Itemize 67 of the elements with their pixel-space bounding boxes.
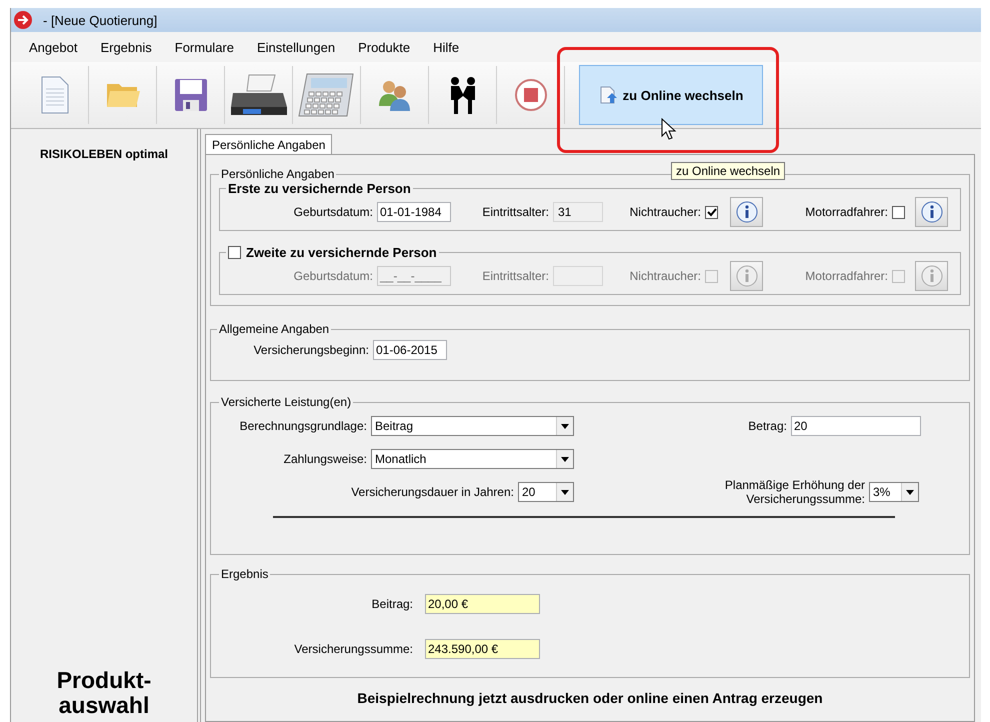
online-switch-button[interactable]: zu Online wechseln bbox=[579, 65, 763, 125]
field-label: Betrag: bbox=[748, 418, 788, 432]
group-title: Persönliche Angaben bbox=[220, 167, 336, 181]
dropdown[interactable]: Monatlich bbox=[371, 448, 574, 468]
window-title: - [Neue Quotierung] bbox=[43, 12, 158, 28]
menu-item[interactable]: Produkte bbox=[358, 40, 410, 54]
group-title: Allgemeine Angaben bbox=[218, 322, 330, 336]
menu-item[interactable]: Hilfe bbox=[433, 40, 460, 54]
app-logo-icon bbox=[13, 10, 33, 30]
tab[interactable]: Persönliche Angaben bbox=[205, 134, 332, 155]
result-field: 20,00 € bbox=[425, 594, 540, 614]
field-label: Versicherungssumme: bbox=[293, 642, 414, 656]
field-label: Versicherungsdauer in Jahren: bbox=[351, 484, 515, 498]
checkbox[interactable] bbox=[228, 246, 241, 259]
field-label: Berechnungsgrundlage: bbox=[240, 418, 368, 432]
group-title: Zweite zu versichernde Person bbox=[246, 245, 437, 260]
field-label: Nichtraucher: bbox=[628, 269, 702, 283]
checkbox[interactable] bbox=[892, 270, 905, 282]
date-field[interactable]: 01-01-1984 bbox=[377, 202, 451, 222]
age-field: 31 bbox=[553, 202, 603, 222]
dropdown[interactable]: Beitrag bbox=[371, 416, 574, 436]
info-button[interactable] bbox=[915, 197, 948, 227]
product-name: RISIKOLEBEN optimal bbox=[40, 147, 168, 161]
info-button[interactable] bbox=[730, 197, 763, 227]
date-field[interactable]: __-__-____ bbox=[377, 266, 451, 286]
amount-field[interactable]: 20 bbox=[791, 416, 921, 436]
dropdown[interactable]: 3% bbox=[869, 482, 919, 502]
menu-item[interactable]: Angebot bbox=[29, 40, 78, 54]
field-label: Motorradfahrer: bbox=[804, 205, 889, 219]
age-field bbox=[553, 266, 603, 286]
document-icon bbox=[40, 75, 70, 115]
info-icon bbox=[736, 201, 758, 223]
tooltip: zu Online wechseln bbox=[671, 162, 786, 180]
field-label: Beitrag: bbox=[370, 596, 414, 610]
group-title: Erste zu versichernde Person bbox=[228, 181, 411, 196]
people-icon bbox=[376, 78, 412, 112]
stop-icon bbox=[514, 78, 548, 112]
menu-item[interactable]: Einstellungen bbox=[257, 40, 336, 54]
field-label: Eintrittsalter: bbox=[481, 205, 550, 219]
mouse-cursor-icon bbox=[661, 118, 677, 140]
group-title: Versicherte Leistung(en) bbox=[220, 395, 352, 409]
field-label: Eintrittsalter: bbox=[481, 269, 550, 283]
checkbox[interactable] bbox=[892, 206, 905, 218]
field-label: Motorradfahrer: bbox=[804, 269, 889, 283]
product-selection-label[interactable]: Produkt- auswahl bbox=[56, 668, 152, 718]
check-mark-icon bbox=[706, 208, 716, 216]
document-upload-icon bbox=[598, 86, 617, 104]
info-icon bbox=[920, 265, 942, 287]
printer-icon bbox=[228, 73, 288, 117]
group-title: Ergebnis bbox=[220, 567, 270, 581]
checkbox[interactable] bbox=[705, 206, 718, 218]
field-label: Zahlungsweise: bbox=[284, 452, 368, 466]
calculator-icon bbox=[296, 72, 356, 118]
menu-item[interactable]: Formulare bbox=[174, 40, 234, 54]
field-label: Nichtraucher: bbox=[628, 205, 702, 219]
info-icon bbox=[920, 201, 942, 223]
menu-item[interactable]: Ergebnis bbox=[100, 40, 152, 54]
checkbox[interactable] bbox=[705, 270, 718, 282]
result-field: 243.590,00 € bbox=[425, 638, 540, 658]
hint-text: Beispielrechnung jetzt ausdrucken oder online einen Antrag erzeugen bbox=[356, 689, 824, 706]
info-icon bbox=[736, 265, 758, 287]
field-label: Geburtsdatum: bbox=[292, 269, 374, 283]
date-field[interactable]: 01-06-2015 bbox=[373, 340, 447, 360]
field-label: Geburtsdatum: bbox=[292, 205, 374, 219]
field-label: Planmäßige Erhöhung der Versicherungssumme: bbox=[724, 478, 866, 506]
field-label: Versicherungsbeginn: bbox=[252, 343, 370, 357]
dropdown[interactable]: 20 bbox=[518, 482, 574, 502]
